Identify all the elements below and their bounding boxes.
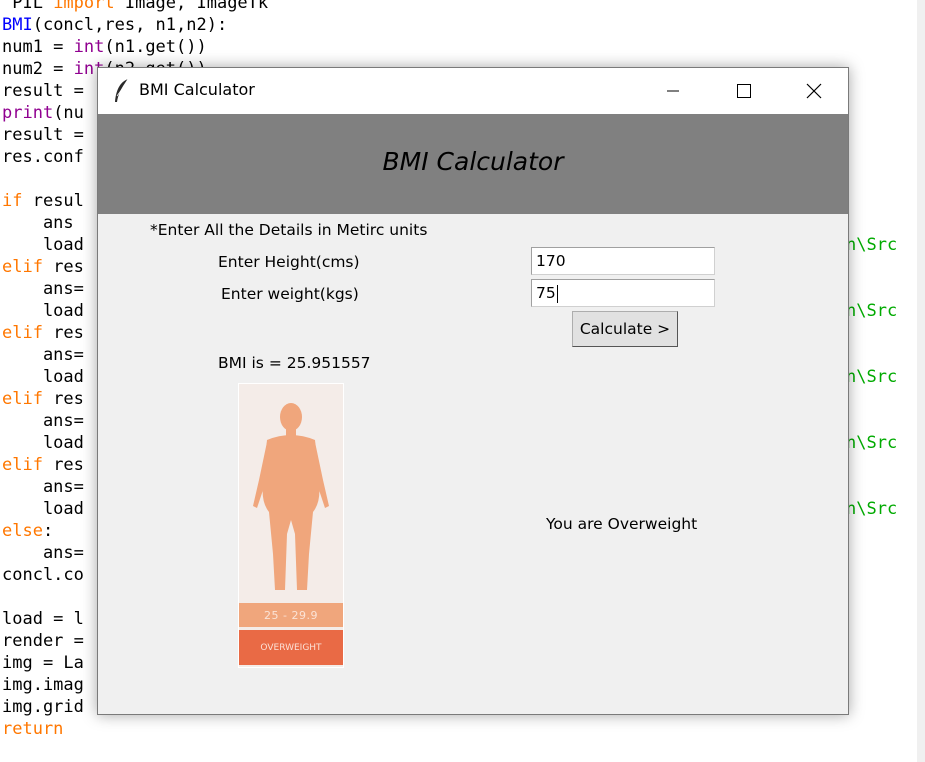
minimize-button[interactable] — [638, 68, 708, 114]
code-fragment: n\Src — [846, 367, 898, 387]
code-line: ans= — [2, 543, 84, 563]
code-line: result = — [2, 125, 95, 145]
code-line: result = — [2, 81, 95, 101]
minimize-icon — [667, 90, 679, 92]
bmi-result-label: BMI is = 25.951557 — [218, 354, 371, 372]
window-title: BMI Calculator — [139, 80, 255, 99]
code-line: res.conf — [2, 147, 84, 167]
code-line: print(nu — [2, 103, 84, 123]
bmi-range-band: 25 - 29.9 — [239, 603, 343, 627]
title-bar[interactable]: BMI Calculator — [98, 68, 848, 114]
height-label: Enter Height(cms) — [218, 253, 360, 271]
code-fragment: n\Src — [846, 499, 898, 519]
code-line: return — [2, 719, 64, 739]
calculate-button[interactable]: Calculate > — [572, 311, 678, 347]
code-line: BMI(concl,res, n1,n2): — [2, 15, 228, 35]
bmi-category-band: OVERWEIGHT — [239, 630, 343, 665]
status-label: You are Overweight — [546, 515, 698, 533]
code-line: elif res — [2, 389, 84, 409]
code-line: ans= — [2, 477, 84, 497]
maximize-icon — [737, 84, 751, 98]
code-line: img.grid — [2, 697, 84, 717]
weight-label: Enter weight(kgs) — [221, 285, 359, 303]
instruction-label: *Enter All the Details in Metirc units — [150, 221, 428, 239]
editor-scrollbar[interactable] — [917, 0, 925, 762]
code-line: else: — [2, 521, 54, 541]
close-button[interactable] — [778, 68, 848, 114]
body-figure-icon — [253, 403, 329, 590]
code-line: load — [2, 499, 84, 519]
maximize-button[interactable] — [708, 68, 778, 114]
weight-input[interactable]: 75 — [531, 279, 715, 307]
code-line: ans — [2, 213, 74, 233]
feather-icon — [115, 78, 129, 102]
code-line: load — [2, 235, 84, 255]
code-line: num1 = int(n1.get()) — [2, 37, 207, 57]
code-line: if resul — [2, 191, 84, 211]
code-line: load — [2, 367, 84, 387]
height-input[interactable]: 170 — [531, 247, 715, 275]
code-fragment: n\Src — [846, 235, 898, 255]
code-line: ans= — [2, 279, 84, 299]
banner-title: BMI Calculator — [382, 147, 564, 176]
code-line: elif res — [2, 455, 84, 475]
bmi-window: BMI Calculator BMI Calculator *Enter All… — [97, 67, 849, 715]
code-line: ans= — [2, 345, 84, 365]
code-line: PIL import Image, ImageTk — [2, 0, 269, 13]
bmi-category-image: 25 - 29.9 OVERWEIGHT — [238, 383, 344, 668]
code-line: load — [2, 433, 84, 453]
close-icon — [806, 83, 822, 99]
code-line: elif res — [2, 323, 84, 343]
code-fragment: n\Src — [846, 433, 898, 453]
code-line: load — [2, 301, 84, 321]
code-line: ans= — [2, 411, 84, 431]
code-line: img.imag — [2, 675, 84, 695]
code-line: load = l — [2, 609, 84, 629]
code-line: elif res — [2, 257, 84, 277]
code-line: render = — [2, 631, 84, 651]
header-banner: BMI Calculator — [98, 114, 848, 214]
code-line: img = La — [2, 653, 84, 673]
text-caret — [556, 284, 558, 303]
code-fragment: n\Src — [846, 301, 898, 321]
code-line: concl.co — [2, 565, 84, 585]
